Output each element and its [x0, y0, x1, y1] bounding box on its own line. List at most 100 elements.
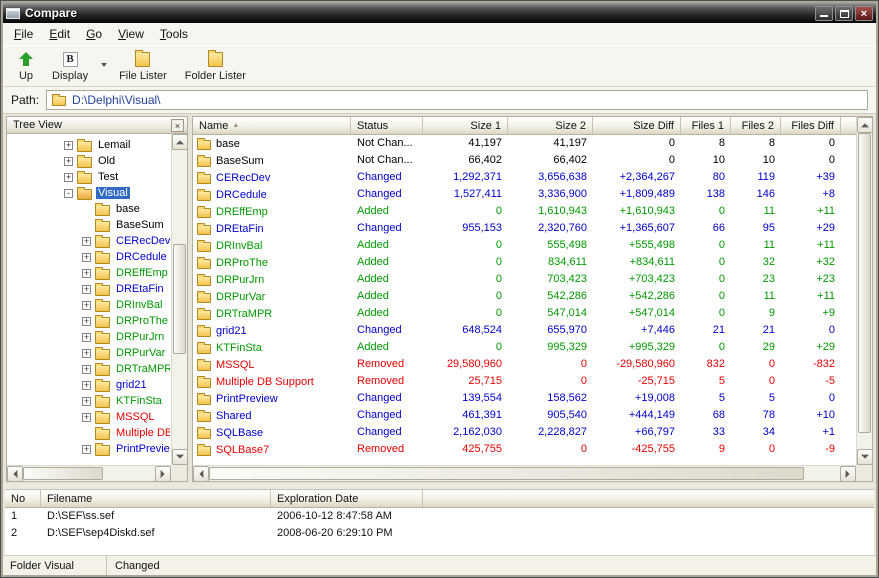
scroll-left-button[interactable]: [7, 466, 23, 482]
expand-icon[interactable]: +: [64, 141, 73, 150]
column-header-size-diff[interactable]: Size Diff: [593, 117, 681, 135]
scroll-thumb[interactable]: [173, 244, 186, 354]
table-row[interactable]: DREffEmpAdded01,610,943+1,610,943011+11: [193, 203, 856, 220]
table-row[interactable]: DRTraMPRAdded0547,014+547,01409+9: [193, 305, 856, 322]
table-row[interactable]: Multiple DB SupportRemoved25,7150-25,715…: [193, 373, 856, 390]
tree-item[interactable]: +KTFinSta: [8, 393, 170, 409]
files-column-header-exploration-date[interactable]: Exploration Date: [271, 490, 423, 508]
menu-item-view[interactable]: View: [110, 24, 152, 44]
tree-item[interactable]: +DRCedule: [8, 249, 170, 265]
column-header-status[interactable]: Status: [351, 117, 423, 135]
toolbar-up-button[interactable]: Up: [9, 47, 43, 85]
tree-item[interactable]: +DRInvBal: [8, 297, 170, 313]
tree-item[interactable]: +Old: [8, 153, 170, 169]
tree-item[interactable]: +DREffEmp: [8, 265, 170, 281]
toolbar-folder-lister-button[interactable]: Folder Lister: [176, 47, 255, 85]
tree-item[interactable]: base: [8, 201, 170, 217]
expand-icon[interactable]: +: [82, 445, 91, 454]
scroll-right-button[interactable]: [840, 466, 856, 482]
menu-item-tools[interactable]: Tools: [152, 24, 196, 44]
menu-item-file[interactable]: File: [6, 24, 41, 44]
expand-icon[interactable]: +: [82, 397, 91, 406]
tree-item[interactable]: Multiple DB S: [8, 425, 170, 441]
table-row[interactable]: MSSQLRemoved29,580,9600-29,580,9608320-8…: [193, 356, 856, 373]
close-button[interactable]: ×: [855, 6, 873, 21]
tree-item[interactable]: +PrintPreview: [8, 441, 170, 457]
expand-icon[interactable]: +: [82, 237, 91, 246]
tree-item[interactable]: +grid21: [8, 377, 170, 393]
path-input[interactable]: D:\Delphi\Visual\: [46, 90, 868, 110]
table-row[interactable]: SQLBaseChanged2,162,0302,228,827+66,7973…: [193, 424, 856, 441]
expand-icon[interactable]: +: [82, 365, 91, 374]
menu-item-edit[interactable]: Edit: [41, 24, 78, 44]
toolbar-display-dropdown-button[interactable]: [97, 49, 110, 83]
expand-icon[interactable]: +: [82, 413, 91, 422]
files-column-header-filename[interactable]: Filename: [41, 490, 271, 508]
tree-item[interactable]: +CERecDev: [8, 233, 170, 249]
expand-icon[interactable]: +: [82, 269, 91, 278]
expand-icon[interactable]: +: [64, 173, 73, 182]
expand-icon[interactable]: +: [82, 381, 91, 390]
tree-item[interactable]: +DRTraMPR: [8, 361, 170, 377]
scroll-thumb[interactable]: [858, 133, 871, 433]
titlebar[interactable]: Compare ×: [3, 3, 876, 23]
column-header-name[interactable]: Name▲: [193, 117, 351, 135]
table-row[interactable]: DRProTheAdded0834,611+834,611032+32: [193, 254, 856, 271]
scroll-thumb[interactable]: [23, 467, 103, 480]
maximize-button[interactable]: [835, 6, 853, 21]
column-header-size-1[interactable]: Size 1: [423, 117, 508, 135]
table-row[interactable]: KTFinStaAdded0995,329+995,329029+29: [193, 339, 856, 356]
tree-item[interactable]: +Test: [8, 169, 170, 185]
table-horizontal-scrollbar[interactable]: [193, 465, 856, 481]
files-column-header-no[interactable]: No: [5, 490, 41, 508]
toolbar-display-button[interactable]: BDisplay: [43, 47, 97, 85]
scroll-down-button[interactable]: [172, 449, 188, 465]
file-row[interactable]: 2D:\SEF\sep4Diskd.sef2008-06-20 6:29:10 …: [5, 525, 874, 542]
expand-icon[interactable]: +: [82, 253, 91, 262]
expand-icon[interactable]: +: [82, 333, 91, 342]
file-row[interactable]: 1D:\SEF\ss.sef2006-10-12 8:47:58 AM: [5, 508, 874, 525]
scroll-up-button[interactable]: [857, 117, 873, 133]
expand-icon[interactable]: +: [82, 349, 91, 358]
tree-item[interactable]: +DREtaFin: [8, 281, 170, 297]
column-header-files-diff[interactable]: Files Diff: [781, 117, 841, 135]
scroll-right-button[interactable]: [155, 466, 171, 482]
table-row[interactable]: BaseSumNot Chan...66,40266,402010100: [193, 152, 856, 169]
table-row[interactable]: DRInvBalAdded0555,498+555,498011+11: [193, 237, 856, 254]
expand-icon[interactable]: +: [82, 301, 91, 310]
table-row[interactable]: DRPurVarAdded0542,286+542,286011+11: [193, 288, 856, 305]
table-row[interactable]: DRCeduleChanged1,527,4113,336,900+1,809,…: [193, 186, 856, 203]
tree-vertical-scrollbar[interactable]: [171, 134, 187, 465]
table-row[interactable]: PrintPreviewChanged139,554158,562+19,008…: [193, 390, 856, 407]
minimize-button[interactable]: [815, 6, 833, 21]
tree-item[interactable]: BaseSum: [8, 217, 170, 233]
scroll-down-button[interactable]: [857, 449, 873, 465]
tree-item[interactable]: +DRPurVar: [8, 345, 170, 361]
table-row[interactable]: SharedChanged461,391905,540+444,1496878+…: [193, 407, 856, 424]
scroll-up-button[interactable]: [172, 134, 188, 150]
expand-icon[interactable]: +: [64, 157, 73, 166]
table-row[interactable]: DREtaFinChanged955,1532,320,760+1,365,60…: [193, 220, 856, 237]
tree-item[interactable]: -Visual: [8, 185, 170, 201]
table-row[interactable]: baseNot Chan...41,19741,1970880: [193, 135, 856, 152]
expand-icon[interactable]: +: [82, 285, 91, 294]
column-header-size-2[interactable]: Size 2: [508, 117, 593, 135]
table-row[interactable]: CERecDevChanged1,292,3713,656,638+2,364,…: [193, 169, 856, 186]
tree-item[interactable]: +MSSQL: [8, 409, 170, 425]
tree-horizontal-scrollbar[interactable]: [7, 465, 171, 481]
tree-item[interactable]: +Lemail: [8, 137, 170, 153]
table-row[interactable]: grid21Changed648,524655,970+7,44621210: [193, 322, 856, 339]
collapse-icon[interactable]: -: [64, 189, 73, 198]
table-vertical-scrollbar[interactable]: [856, 117, 872, 465]
toolbar-file-lister-button[interactable]: File Lister: [110, 47, 176, 85]
tree-item[interactable]: +DRPurJrn: [8, 329, 170, 345]
column-header-files-1[interactable]: Files 1: [681, 117, 731, 135]
column-header-files-2[interactable]: Files 2: [731, 117, 781, 135]
tree-close-button[interactable]: ×: [171, 119, 184, 132]
table-row[interactable]: SQLBase7Removed425,7550-425,75590-9: [193, 441, 856, 458]
table-row[interactable]: DRPurJrnAdded0703,423+703,423023+23: [193, 271, 856, 288]
expand-icon[interactable]: +: [82, 317, 91, 326]
scroll-thumb[interactable]: [209, 467, 804, 480]
scroll-left-button[interactable]: [193, 466, 209, 482]
menu-item-go[interactable]: Go: [78, 24, 110, 44]
